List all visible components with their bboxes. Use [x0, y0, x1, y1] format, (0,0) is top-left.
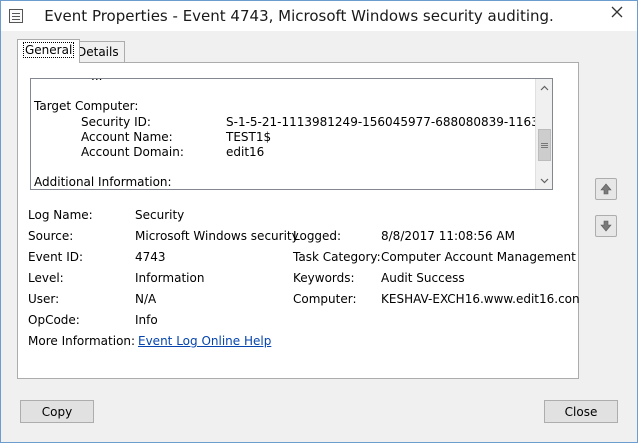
opcode-value: Info	[135, 313, 158, 327]
event-id-label: Event ID:	[28, 250, 84, 264]
account-name-value: TEST1$	[226, 130, 272, 144]
security-id-value: S-1-5-21-1113981249-156045977-688080839-…	[226, 115, 539, 129]
opcode-label: OpCode:	[28, 313, 80, 327]
next-event-button[interactable]	[595, 215, 617, 237]
task-category-value: Computer Account Management	[381, 250, 576, 264]
previous-event-button[interactable]	[595, 178, 617, 200]
keywords-value: Audit Success	[381, 271, 465, 285]
log-name-value: Security	[135, 208, 185, 222]
event-properties-window: Event Properties - Event 4743, Microsoft…	[0, 0, 638, 443]
event-description-box[interactable]: ... Target Computer: Security ID: S-1-5-…	[30, 78, 553, 190]
arrow-down-icon	[600, 220, 612, 232]
logged-label: Logged:	[293, 229, 342, 243]
user-value: N/A	[135, 292, 157, 306]
close-icon	[611, 6, 623, 17]
user-label: User:	[28, 292, 60, 306]
computer-label: Computer:	[293, 292, 357, 306]
description-scrollbar[interactable]	[535, 79, 552, 189]
tab-general[interactable]: General	[17, 39, 81, 63]
account-name-label: Account Name:	[81, 130, 173, 144]
level-value: Information	[135, 271, 205, 285]
account-domain-value: edit16	[226, 145, 265, 159]
account-domain-label: Account Domain:	[81, 145, 184, 159]
keywords-label: Keywords:	[293, 271, 355, 285]
additional-information-heading: Additional Information:	[34, 175, 172, 189]
title-bar[interactable]: Event Properties - Event 4743, Microsoft…	[1, 1, 637, 31]
source-value: Microsoft Windows security	[135, 229, 299, 243]
more-information-label: More Information:	[28, 334, 136, 348]
clipped-text-line: ...	[91, 79, 102, 84]
close-window-button[interactable]	[601, 1, 633, 22]
event-log-online-help-link[interactable]: Event Log Online Help	[138, 334, 271, 348]
task-category-label: Task Category:	[293, 250, 381, 264]
chevron-up-icon	[540, 85, 549, 90]
scroll-thumb[interactable]	[538, 129, 551, 161]
close-button[interactable]: Close	[544, 400, 618, 423]
level-label: Level:	[28, 271, 64, 285]
computer-value: KESHAV-EXCH16.www.edit16.con	[381, 292, 580, 306]
source-label: Source:	[28, 229, 74, 243]
chevron-down-icon	[540, 178, 549, 183]
scroll-up-button[interactable]	[536, 79, 552, 96]
security-id-label: Security ID:	[81, 115, 151, 129]
target-computer-heading: Target Computer:	[34, 99, 139, 113]
log-name-label: Log Name:	[28, 208, 93, 222]
grip-icon	[541, 144, 548, 146]
event-id-value: 4743	[135, 250, 166, 264]
tab-details-label: Details	[77, 45, 119, 59]
copy-button[interactable]: Copy	[20, 400, 94, 423]
logged-value: 8/8/2017 11:08:56 AM	[381, 229, 515, 243]
arrow-up-icon	[600, 183, 612, 195]
scroll-down-button[interactable]	[536, 172, 552, 189]
tab-general-label: General	[23, 42, 75, 58]
window-title: Event Properties - Event 4743, Microsoft…	[44, 7, 554, 25]
